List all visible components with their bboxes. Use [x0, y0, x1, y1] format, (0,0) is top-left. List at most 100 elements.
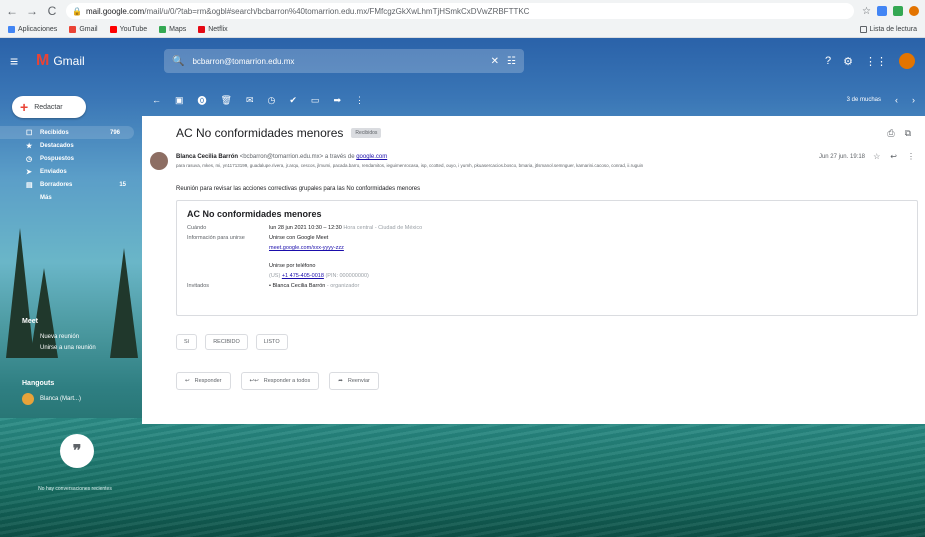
avatar	[150, 152, 168, 170]
draft-icon: ▤	[26, 181, 33, 189]
sidebar-label: Borradores	[40, 181, 73, 188]
reply-all-icon: ↩↩	[249, 378, 259, 384]
maps-icon	[159, 26, 167, 33]
back-to-list-icon[interactable]: ←	[152, 95, 161, 105]
delete-icon[interactable]: 🗑	[221, 95, 232, 106]
phone-link[interactable]: +1 475-405-0018	[282, 273, 324, 279]
more-icon[interactable]: ⋮	[907, 152, 915, 161]
meet-header: Meet	[22, 318, 38, 325]
next-icon[interactable]: ›	[912, 95, 915, 105]
meet-link[interactable]: meet.google.com/xxx-yyyy-zzz	[269, 245, 369, 251]
mail-intro: Reunión para revisar las acciones correc…	[176, 186, 421, 192]
mark-unread-icon[interactable]: ✉	[246, 95, 254, 106]
bookmark-apps[interactable]: Aplicaciones	[8, 26, 57, 33]
hangouts-section: Hangouts Blanca (Mart...)	[0, 380, 140, 405]
topbar-actions: ? ⚙ ⋮⋮	[825, 53, 915, 69]
archive-icon[interactable]: ▣	[175, 95, 184, 106]
compose-button[interactable]: + Redactar	[12, 96, 86, 118]
reply-button[interactable]: ↩ Responder	[176, 372, 231, 390]
add-task-icon[interactable]: ✔	[289, 95, 297, 106]
subject-text: AC No conformidades menores	[176, 126, 344, 140]
label-chip[interactable]: Recibidos	[351, 128, 382, 138]
reply-all-button[interactable]: ↩↩ Responder a todos	[240, 372, 320, 390]
sidebar-label: Destacados	[40, 142, 74, 149]
draft-count: 15	[119, 181, 126, 188]
bookmark-netflix[interactable]: Netflix	[198, 26, 228, 33]
star-icon[interactable]: ☆	[862, 6, 871, 17]
sidebar-item-inbox[interactable]: ☐ Recibidos 796	[0, 126, 134, 139]
sidebar-label: Pospuestos	[40, 155, 75, 162]
gmail-logo[interactable]: M Gmail	[36, 52, 146, 70]
bookmark-maps[interactable]: Maps	[159, 26, 186, 33]
search-icon[interactable]: 🔍	[172, 56, 184, 67]
star-icon: ★	[26, 142, 33, 150]
snooze-icon[interactable]: ◷	[268, 95, 276, 106]
apps-grid-icon[interactable]: ⋮⋮	[865, 55, 887, 68]
label-icon[interactable]: ➡	[333, 95, 341, 106]
sidebar-item-starred[interactable]: ★ Destacados	[0, 139, 140, 152]
meet-new-meeting[interactable]: Nueva reunión	[0, 331, 140, 342]
reply-icon[interactable]: ↩	[890, 152, 897, 161]
sidebar-item-sent[interactable]: ➤ Enviados	[0, 165, 140, 178]
via-domain[interactable]: google.com	[356, 154, 387, 160]
sidebar-label: Recibidos	[40, 129, 69, 136]
mail-toolbar: ← ▣ ⓿ 🗑 ✉ ◷ ✔ ▭ ➡ ⋮ 3 de muchas ‹ ›	[142, 88, 925, 112]
report-spam-icon[interactable]: ⓿	[198, 94, 207, 107]
guest-role: - organizador	[326, 283, 360, 289]
more-icon[interactable]: ⋮	[355, 95, 364, 106]
sidebar-item-more[interactable]: Más	[0, 191, 140, 204]
reply-label: Responder	[194, 378, 222, 384]
rsvp-done-button[interactable]: LISTO	[255, 334, 288, 350]
bookmark-gmail[interactable]: Gmail	[69, 26, 98, 33]
meet-join-meeting[interactable]: Unirse a una reunión	[0, 342, 140, 353]
via-text: a través de google.com	[325, 154, 387, 160]
extension-icon[interactable]	[877, 6, 887, 16]
search-input[interactable]	[192, 56, 483, 66]
rsvp-received-button[interactable]: RECIBIDO	[205, 334, 248, 350]
url-path: /mail/u/0/?tab=rm&ogbl#search/bcbarron%4…	[144, 6, 530, 16]
reply-icon: ↩	[185, 378, 190, 384]
bookmark-youtube[interactable]: YouTube	[109, 26, 147, 33]
account-avatar[interactable]	[899, 53, 915, 69]
hangouts-user[interactable]: Blanca (Mart...)	[0, 393, 140, 405]
back-icon[interactable]: ←	[6, 4, 18, 18]
invite-title[interactable]: AC No conformidades menores	[187, 209, 907, 219]
clear-search-icon[interactable]: ✕	[491, 56, 499, 67]
via-label: a través de	[324, 154, 355, 160]
forward-icon[interactable]: →	[26, 4, 38, 18]
star-icon[interactable]: ☆	[873, 152, 880, 161]
phone-pin: (PIN: 000000000)	[325, 273, 369, 279]
browser-address-bar: ← → C 🔒 mail.google.com /mail/u/0/?tab=r…	[0, 0, 925, 22]
calendar-invite: AC No conformidades menores Cuándo lun 2…	[176, 200, 918, 316]
forward-icon: ➦	[338, 378, 343, 384]
bookmark-label: Aplicaciones	[18, 26, 58, 33]
sidebar-item-drafts[interactable]: ▤ Borradores 15	[0, 178, 140, 191]
sidebar-item-snoozed[interactable]: ◷ Pospuestos	[0, 152, 140, 165]
menu-icon[interactable]: ≡	[10, 53, 28, 69]
invite-join-label: Información para unirse	[187, 235, 245, 241]
quote-icon[interactable]: ❞	[60, 434, 94, 468]
help-icon[interactable]: ?	[825, 55, 831, 67]
search-options-icon[interactable]: ☷	[507, 56, 516, 67]
recipients-line[interactable]: para rasuva, mkes, mi, yn11713199, guada…	[176, 163, 876, 168]
guest-name: • Blanca Cecilia Barrón	[269, 283, 326, 289]
invite-guests-value: • Blanca Cecilia Barrón - organizador	[269, 283, 359, 289]
profile-avatar[interactable]	[909, 6, 919, 16]
search-bar[interactable]: 🔍 ✕ ☷	[164, 49, 524, 73]
lock-icon: 🔒	[72, 6, 82, 16]
settings-icon[interactable]: ⚙	[843, 55, 853, 68]
youtube-icon	[109, 26, 117, 33]
rsvp-yes-button[interactable]: Sí	[176, 334, 198, 350]
forward-button[interactable]: ➦ Reenviar	[329, 372, 379, 390]
url-field[interactable]: 🔒 mail.google.com /mail/u/0/?tab=rm&ogbl…	[66, 3, 855, 19]
hangouts-user-name: Blanca (Mart...)	[40, 396, 82, 402]
prev-icon[interactable]: ‹	[895, 95, 898, 105]
open-new-window-icon[interactable]: ⧉	[905, 128, 911, 139]
move-to-icon[interactable]: ▭	[311, 95, 320, 106]
sender-name[interactable]: Blanca Cecilia Barrón	[176, 154, 238, 160]
extension-icon[interactable]	[893, 6, 903, 16]
reading-list[interactable]: Lista de lectura	[859, 26, 917, 33]
print-icon[interactable]: ⎙	[887, 128, 894, 139]
reload-icon[interactable]: C	[46, 4, 58, 18]
sidebar-label: Enviados	[40, 168, 67, 175]
